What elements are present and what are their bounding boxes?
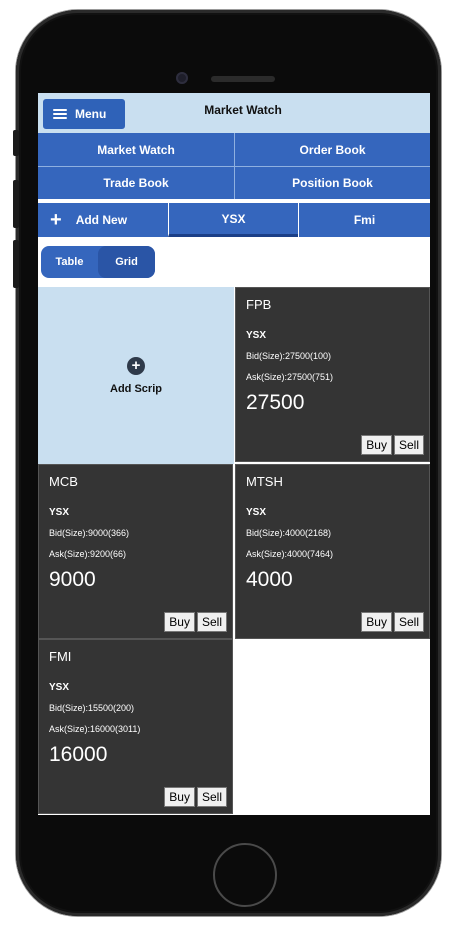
main-nav: Market Watch Order Book Trade Book Posit…: [38, 133, 430, 199]
add-new-button[interactable]: + Add New: [38, 203, 168, 237]
card-ask: Ask(Size):16000(3011): [49, 724, 141, 734]
scrip-card-mcb[interactable]: MCB YSX Bid(Size):9000(366) Ask(Size):92…: [38, 464, 233, 639]
plus-circle-icon: +: [127, 356, 145, 375]
buy-button[interactable]: Buy: [361, 612, 392, 632]
card-ask: Ask(Size):27500(751): [246, 372, 334, 382]
card-price: 4000: [246, 568, 293, 591]
view-table-button[interactable]: Table: [41, 246, 98, 278]
hamburger-icon: [53, 109, 67, 119]
view-toggle: Table Grid: [41, 246, 155, 278]
card-price: 9000: [49, 568, 96, 591]
card-ask: Ask(Size):4000(7464): [246, 549, 334, 559]
card-exchange: YSX: [49, 682, 70, 693]
plus-icon: +: [50, 209, 62, 231]
buy-button[interactable]: Buy: [361, 435, 392, 455]
buy-button[interactable]: Buy: [164, 787, 195, 807]
buy-button[interactable]: Buy: [164, 612, 195, 632]
add-new-label: Add New: [75, 213, 128, 227]
top-bar: Menu Market Watch: [38, 93, 430, 133]
scrip-card-fmi[interactable]: FMI YSX Bid(Size):15500(200) Ask(Size):1…: [38, 639, 233, 814]
card-exchange: YSX: [49, 507, 70, 518]
card-bid: Bid(Size):27500(100): [246, 351, 332, 361]
empty-grid-slot: [234, 639, 430, 815]
card-bid: Bid(Size):9000(366): [49, 528, 130, 538]
side-button: [13, 180, 19, 228]
nav-trade-book[interactable]: Trade Book: [38, 166, 234, 199]
card-bid: Bid(Size):4000(2168): [246, 528, 332, 538]
tab-fmi[interactable]: Fmi: [298, 203, 430, 237]
nav-order-book[interactable]: Order Book: [234, 133, 430, 166]
nav-position-book[interactable]: Position Book: [234, 166, 430, 199]
view-grid-button[interactable]: Grid: [98, 246, 155, 278]
card-symbol: MCB: [49, 474, 78, 489]
card-actions: Buy Sell: [361, 435, 424, 455]
side-button: [13, 240, 19, 288]
card-symbol: FMI: [49, 649, 72, 664]
add-scrip-tile[interactable]: + Add Scrip: [38, 287, 234, 464]
sell-button[interactable]: Sell: [196, 612, 227, 632]
card-price: 16000: [49, 743, 108, 766]
scrip-card-fpb[interactable]: FPB YSX Bid(Size):27500(100) Ask(Size):2…: [235, 287, 430, 462]
sell-button[interactable]: Sell: [393, 612, 424, 632]
card-actions: Buy Sell: [164, 612, 227, 632]
nav-market-watch[interactable]: Market Watch: [38, 133, 234, 166]
home-button[interactable]: [213, 843, 277, 907]
page-title: Market Watch: [204, 103, 282, 117]
scrip-card-mtsh[interactable]: MTSH YSX Bid(Size):4000(2168) Ask(Size):…: [235, 464, 430, 639]
front-camera: [176, 72, 188, 84]
card-bid: Bid(Size):15500(200): [49, 703, 135, 713]
menu-label: Menu: [75, 107, 107, 121]
tab-ysx[interactable]: YSX: [168, 203, 298, 237]
sell-button[interactable]: Sell: [196, 787, 227, 807]
menu-button[interactable]: Menu: [43, 99, 125, 129]
card-symbol: FPB: [246, 297, 272, 312]
card-exchange: YSX: [246, 330, 267, 341]
card-actions: Buy Sell: [361, 612, 424, 632]
card-actions: Buy Sell: [164, 787, 227, 807]
earpiece-speaker: [211, 76, 275, 82]
exchange-tab-bar: + Add New YSX Fmi: [38, 203, 430, 237]
card-exchange: YSX: [246, 507, 267, 518]
sell-button[interactable]: Sell: [393, 435, 424, 455]
side-button: [13, 130, 19, 156]
add-scrip-label: Add Scrip: [110, 382, 162, 395]
card-ask: Ask(Size):9200(66): [49, 549, 127, 559]
app-screen: Menu Market Watch Market Watch Order Boo…: [38, 93, 430, 815]
card-price: 27500: [246, 391, 305, 414]
card-symbol: MTSH: [246, 474, 283, 489]
